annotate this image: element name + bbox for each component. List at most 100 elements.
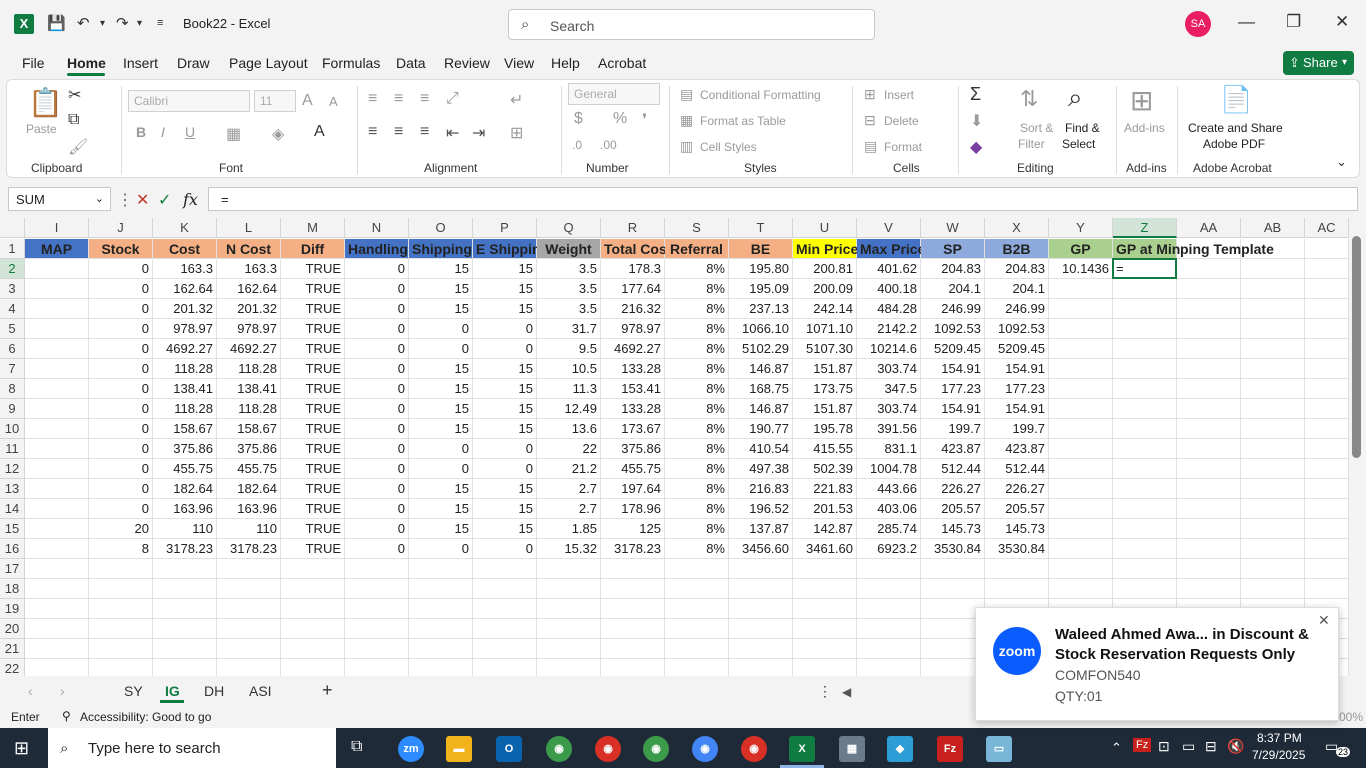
table-cell[interactable]: 0: [409, 339, 473, 359]
filezilla-icon[interactable]: Fz: [937, 736, 963, 762]
sheet-tab-sy[interactable]: SY: [124, 683, 143, 699]
table-cell[interactable]: [1113, 459, 1177, 479]
empty-cell[interactable]: [1305, 479, 1349, 499]
empty-cell[interactable]: [345, 559, 409, 579]
excel-taskbar-icon[interactable]: X: [789, 736, 815, 762]
column-header[interactable]: AA: [1177, 218, 1241, 238]
table-cell[interactable]: 154.91: [985, 399, 1049, 419]
table-cell[interactable]: 138.41: [217, 379, 281, 399]
bold-icon[interactable]: B: [136, 124, 146, 140]
customize-toolbar-icon[interactable]: ≡: [157, 17, 163, 29]
table-cell[interactable]: [1049, 299, 1113, 319]
table-cell[interactable]: 410.54: [729, 439, 793, 459]
table-cell[interactable]: [25, 499, 89, 519]
empty-cell[interactable]: [1305, 519, 1349, 539]
app-icon[interactable]: ◆: [887, 736, 913, 762]
empty-cell[interactable]: [281, 619, 345, 639]
merge-center-icon[interactable]: ⊞: [510, 123, 523, 143]
table-cell[interactable]: TRUE: [281, 499, 345, 519]
header-cell[interactable]: Min Price: [793, 239, 858, 259]
more-options-icon[interactable]: ⋮: [117, 190, 133, 210]
table-cell[interactable]: 0: [345, 399, 409, 419]
paste-label[interactable]: Paste: [26, 122, 57, 136]
table-cell[interactable]: 178.3: [601, 259, 665, 279]
empty-cell[interactable]: [1241, 339, 1305, 359]
table-cell[interactable]: 0: [345, 279, 409, 299]
column-header[interactable]: T: [729, 218, 793, 238]
add-sheet-button[interactable]: +: [322, 680, 333, 701]
windows-start-icon[interactable]: ⊞: [14, 738, 29, 759]
table-cell[interactable]: 118.28: [217, 399, 281, 419]
table-cell[interactable]: [1113, 399, 1177, 419]
table-cell[interactable]: 201.32: [153, 299, 217, 319]
table-cell[interactable]: 133.28: [601, 359, 665, 379]
empty-cell[interactable]: [1241, 399, 1305, 419]
autosum-icon[interactable]: Σ: [970, 84, 981, 105]
table-cell[interactable]: 163.96: [217, 499, 281, 519]
header-cell[interactable]: Handling: [345, 239, 409, 259]
empty-cell[interactable]: [217, 659, 281, 676]
row-header[interactable]: 10: [0, 419, 25, 439]
table-cell[interactable]: 0: [345, 379, 409, 399]
copy-icon[interactable]: ⧉: [68, 111, 79, 129]
empty-cell[interactable]: [1177, 399, 1241, 419]
avatar[interactable]: SA: [1185, 11, 1211, 37]
decrease-font-icon[interactable]: A: [329, 94, 338, 109]
table-cell[interactable]: [25, 419, 89, 439]
table-cell[interactable]: 15: [409, 479, 473, 499]
align-center-icon[interactable]: ≡: [394, 123, 403, 141]
table-cell[interactable]: [1049, 399, 1113, 419]
empty-cell[interactable]: [345, 659, 409, 676]
empty-cell[interactable]: [793, 639, 857, 659]
save-icon[interactable]: 💾: [47, 14, 66, 32]
table-cell[interactable]: 15: [473, 419, 537, 439]
table-cell[interactable]: 1092.53: [921, 319, 985, 339]
table-cell[interactable]: 195.80: [729, 259, 793, 279]
chrome-icon[interactable]: ◉: [741, 736, 767, 762]
table-cell[interactable]: 154.91: [985, 359, 1049, 379]
empty-cell[interactable]: [1177, 479, 1241, 499]
empty-cell[interactable]: [601, 579, 665, 599]
empty-cell[interactable]: [89, 579, 153, 599]
table-cell[interactable]: 12.49: [537, 399, 601, 419]
empty-cell[interactable]: [473, 659, 537, 676]
empty-cell[interactable]: [1177, 459, 1241, 479]
table-cell[interactable]: [25, 539, 89, 559]
column-header[interactable]: V: [857, 218, 921, 238]
column-header[interactable]: AC: [1305, 218, 1349, 238]
empty-cell[interactable]: [793, 619, 857, 639]
table-cell[interactable]: 9.5: [537, 339, 601, 359]
increase-font-icon[interactable]: A: [302, 92, 313, 110]
row-header[interactable]: 13: [0, 479, 25, 499]
table-cell[interactable]: 118.28: [153, 359, 217, 379]
column-header[interactable]: R: [601, 218, 665, 238]
table-cell[interactable]: 158.67: [217, 419, 281, 439]
table-cell[interactable]: 11.3: [537, 379, 601, 399]
table-cell[interactable]: 216.83: [729, 479, 793, 499]
table-cell[interactable]: 455.75: [153, 459, 217, 479]
table-cell[interactable]: TRUE: [281, 519, 345, 539]
empty-cell[interactable]: [1305, 459, 1349, 479]
decrease-indent-icon[interactable]: ⇤: [446, 123, 459, 143]
table-cell[interactable]: 15: [473, 279, 537, 299]
table-cell[interactable]: TRUE: [281, 259, 345, 279]
table-cell[interactable]: 303.74: [857, 359, 921, 379]
table-cell[interactable]: 3456.60: [729, 539, 793, 559]
empty-cell[interactable]: [1305, 399, 1349, 419]
header-cell[interactable]: GP: [1049, 239, 1113, 259]
font-color-icon[interactable]: A: [314, 123, 325, 141]
table-cell[interactable]: 2.7: [537, 499, 601, 519]
column-header[interactable]: X: [985, 218, 1049, 238]
row-header[interactable]: 8: [0, 379, 25, 399]
empty-cell[interactable]: [345, 619, 409, 639]
empty-cell[interactable]: [89, 599, 153, 619]
table-cell[interactable]: 391.56: [857, 419, 921, 439]
table-cell[interactable]: 10.5: [537, 359, 601, 379]
table-cell[interactable]: 0: [345, 439, 409, 459]
sheet-tab-asi[interactable]: ASI: [249, 683, 272, 699]
empty-cell[interactable]: [985, 559, 1049, 579]
empty-cell[interactable]: [89, 559, 153, 579]
empty-cell[interactable]: [217, 579, 281, 599]
table-cell[interactable]: 0: [345, 419, 409, 439]
table-cell[interactable]: 137.87: [729, 519, 793, 539]
